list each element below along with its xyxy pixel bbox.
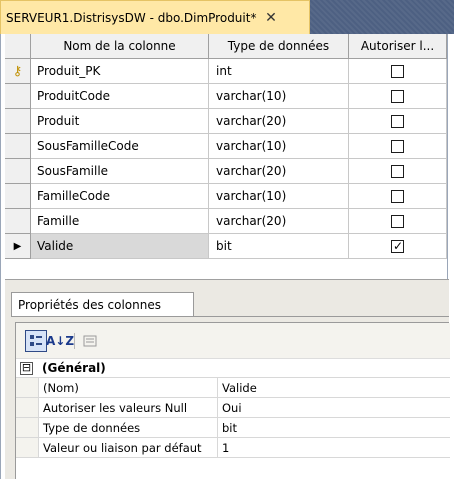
allow-null-checkbox[interactable] [391,64,404,78]
data-type-cell[interactable]: varchar(10) [209,184,349,209]
property-value[interactable]: Valide [218,378,450,397]
allow-null-cell[interactable] [349,59,447,84]
document-tab[interactable]: SERVEUR1.DistrisysDW - dbo.DimProduit* ✕ [0,0,310,34]
data-type-cell[interactable]: varchar(20) [209,209,349,234]
grid-header-row: Nom de la colonne Type de données Autori… [5,34,447,59]
data-type-cell[interactable]: varchar(20) [209,109,349,134]
table-designer: Nom de la colonne Type de données Autori… [0,34,450,479]
allow-null-cell[interactable] [349,184,447,209]
allow-null-cell[interactable] [349,109,447,134]
allow-null-cell[interactable] [349,209,447,234]
property-name: Valeur ou liaison par défaut [39,438,218,457]
property-value[interactable]: 1 [218,438,450,457]
column-name-cell[interactable]: Famille [31,209,209,234]
column-name-cell[interactable]: ProduitCode [31,84,209,109]
property-name: (Nom) [39,378,218,397]
allow-null-checkbox[interactable]: ✓ [391,238,404,253]
property-value[interactable]: Oui [218,398,450,417]
row-selector-header[interactable] [5,34,31,59]
data-type-cell[interactable]: varchar(20) [209,159,349,184]
checkmark-icon: ✓ [392,238,404,253]
allow-null-checkbox[interactable] [391,89,404,103]
row-selector[interactable] [5,209,31,234]
column-name-cell[interactable]: FamilleCode [31,184,209,209]
data-type-cell[interactable]: bit [209,234,349,259]
property-name: Type de données [39,418,218,437]
tab-divider [11,316,449,317]
close-icon[interactable]: ✕ [262,9,280,27]
property-row[interactable]: Autoriser les valeurs Null Oui [16,398,450,418]
column-name-cell[interactable]: Valide [31,234,209,259]
row-selector[interactable] [5,159,31,184]
toolbar-separator [74,333,75,349]
row-selector[interactable] [5,134,31,159]
table-row[interactable]: ProduitCode varchar(10) [5,84,447,109]
column-name-cell[interactable]: SousFamilleCode [31,134,209,159]
row-selector[interactable] [5,184,31,209]
column-properties-tab[interactable]: Propriétés des colonnes [11,292,194,316]
property-toolbar: A↓Z [16,323,450,359]
allow-null-checkbox[interactable] [391,164,404,178]
key-icon: ⚷ [12,63,23,79]
column-header-allow-null[interactable]: Autoriser l... [349,34,447,59]
property-row[interactable]: Type de données bit [16,418,450,438]
property-value[interactable]: bit [218,418,450,437]
allow-null-cell[interactable] [349,84,447,109]
allow-null-checkbox[interactable] [391,189,404,203]
data-type-cell[interactable]: varchar(10) [209,84,349,109]
data-type-cell[interactable]: varchar(10) [209,134,349,159]
row-gutter [16,418,39,437]
property-pages-icon[interactable] [79,330,101,352]
row-selector[interactable]: ⚷ [5,59,31,84]
collapse-icon[interactable]: ⊟ [20,361,33,375]
document-tab-strip: SERVEUR1.DistrisysDW - dbo.DimProduit* ✕ [0,0,454,34]
column-header-type[interactable]: Type de données [209,34,349,59]
property-grid: A↓Z ⊟ (Général) (Nom) Valide Autoriser l… [15,322,450,479]
categorized-icon[interactable] [25,330,47,352]
property-list: ⊟ (Général) (Nom) Valide Autoriser les v… [16,359,450,458]
table-row[interactable]: Famille varchar(20) [5,209,447,234]
allow-null-cell[interactable] [349,134,447,159]
row-gutter [16,398,39,417]
allow-null-cell[interactable] [349,159,447,184]
data-type-cell[interactable]: int [209,59,349,84]
property-row[interactable]: Valeur ou liaison par défaut 1 [16,438,450,458]
table-row[interactable]: ⚷ Produit_PK int [5,59,447,84]
row-selector[interactable] [5,84,31,109]
category-general[interactable]: ⊟ (Général) [16,359,450,378]
row-gutter [16,378,39,397]
row-arrow-icon: ▶ [13,240,22,252]
property-row[interactable]: (Nom) Valide [16,378,450,398]
category-label: (Général) [42,361,106,375]
row-selector[interactable] [5,109,31,134]
columns-grid: Nom de la colonne Type de données Autori… [5,34,447,259]
row-gutter [16,438,39,457]
column-name-cell[interactable]: Produit_PK [31,59,209,84]
table-row[interactable]: SousFamille varchar(20) [5,159,447,184]
property-name: Autoriser les valeurs Null [39,398,218,417]
table-row[interactable]: SousFamilleCode varchar(10) [5,134,447,159]
table-row[interactable]: FamilleCode varchar(10) [5,184,447,209]
table-row[interactable]: Produit varchar(20) [5,109,447,134]
column-name-cell[interactable]: Produit [31,109,209,134]
sort-alphabetical-icon[interactable]: A↓Z [46,330,74,352]
allow-null-cell[interactable]: ✓ [349,234,447,259]
allow-null-checkbox[interactable] [391,114,404,128]
table-row[interactable]: ▶ Valide bit ✓ [5,234,447,259]
column-name-cell[interactable]: SousFamille [31,159,209,184]
document-tab-title: SERVEUR1.DistrisysDW - dbo.DimProduit* [6,10,257,25]
column-properties-panel: Propriétés des colonnes A↓Z ⊟ (Général) … [5,279,450,479]
row-selector[interactable]: ▶ [5,234,31,259]
allow-null-checkbox[interactable] [391,214,404,228]
column-header-name[interactable]: Nom de la colonne [31,34,209,59]
allow-null-checkbox[interactable] [391,139,404,153]
